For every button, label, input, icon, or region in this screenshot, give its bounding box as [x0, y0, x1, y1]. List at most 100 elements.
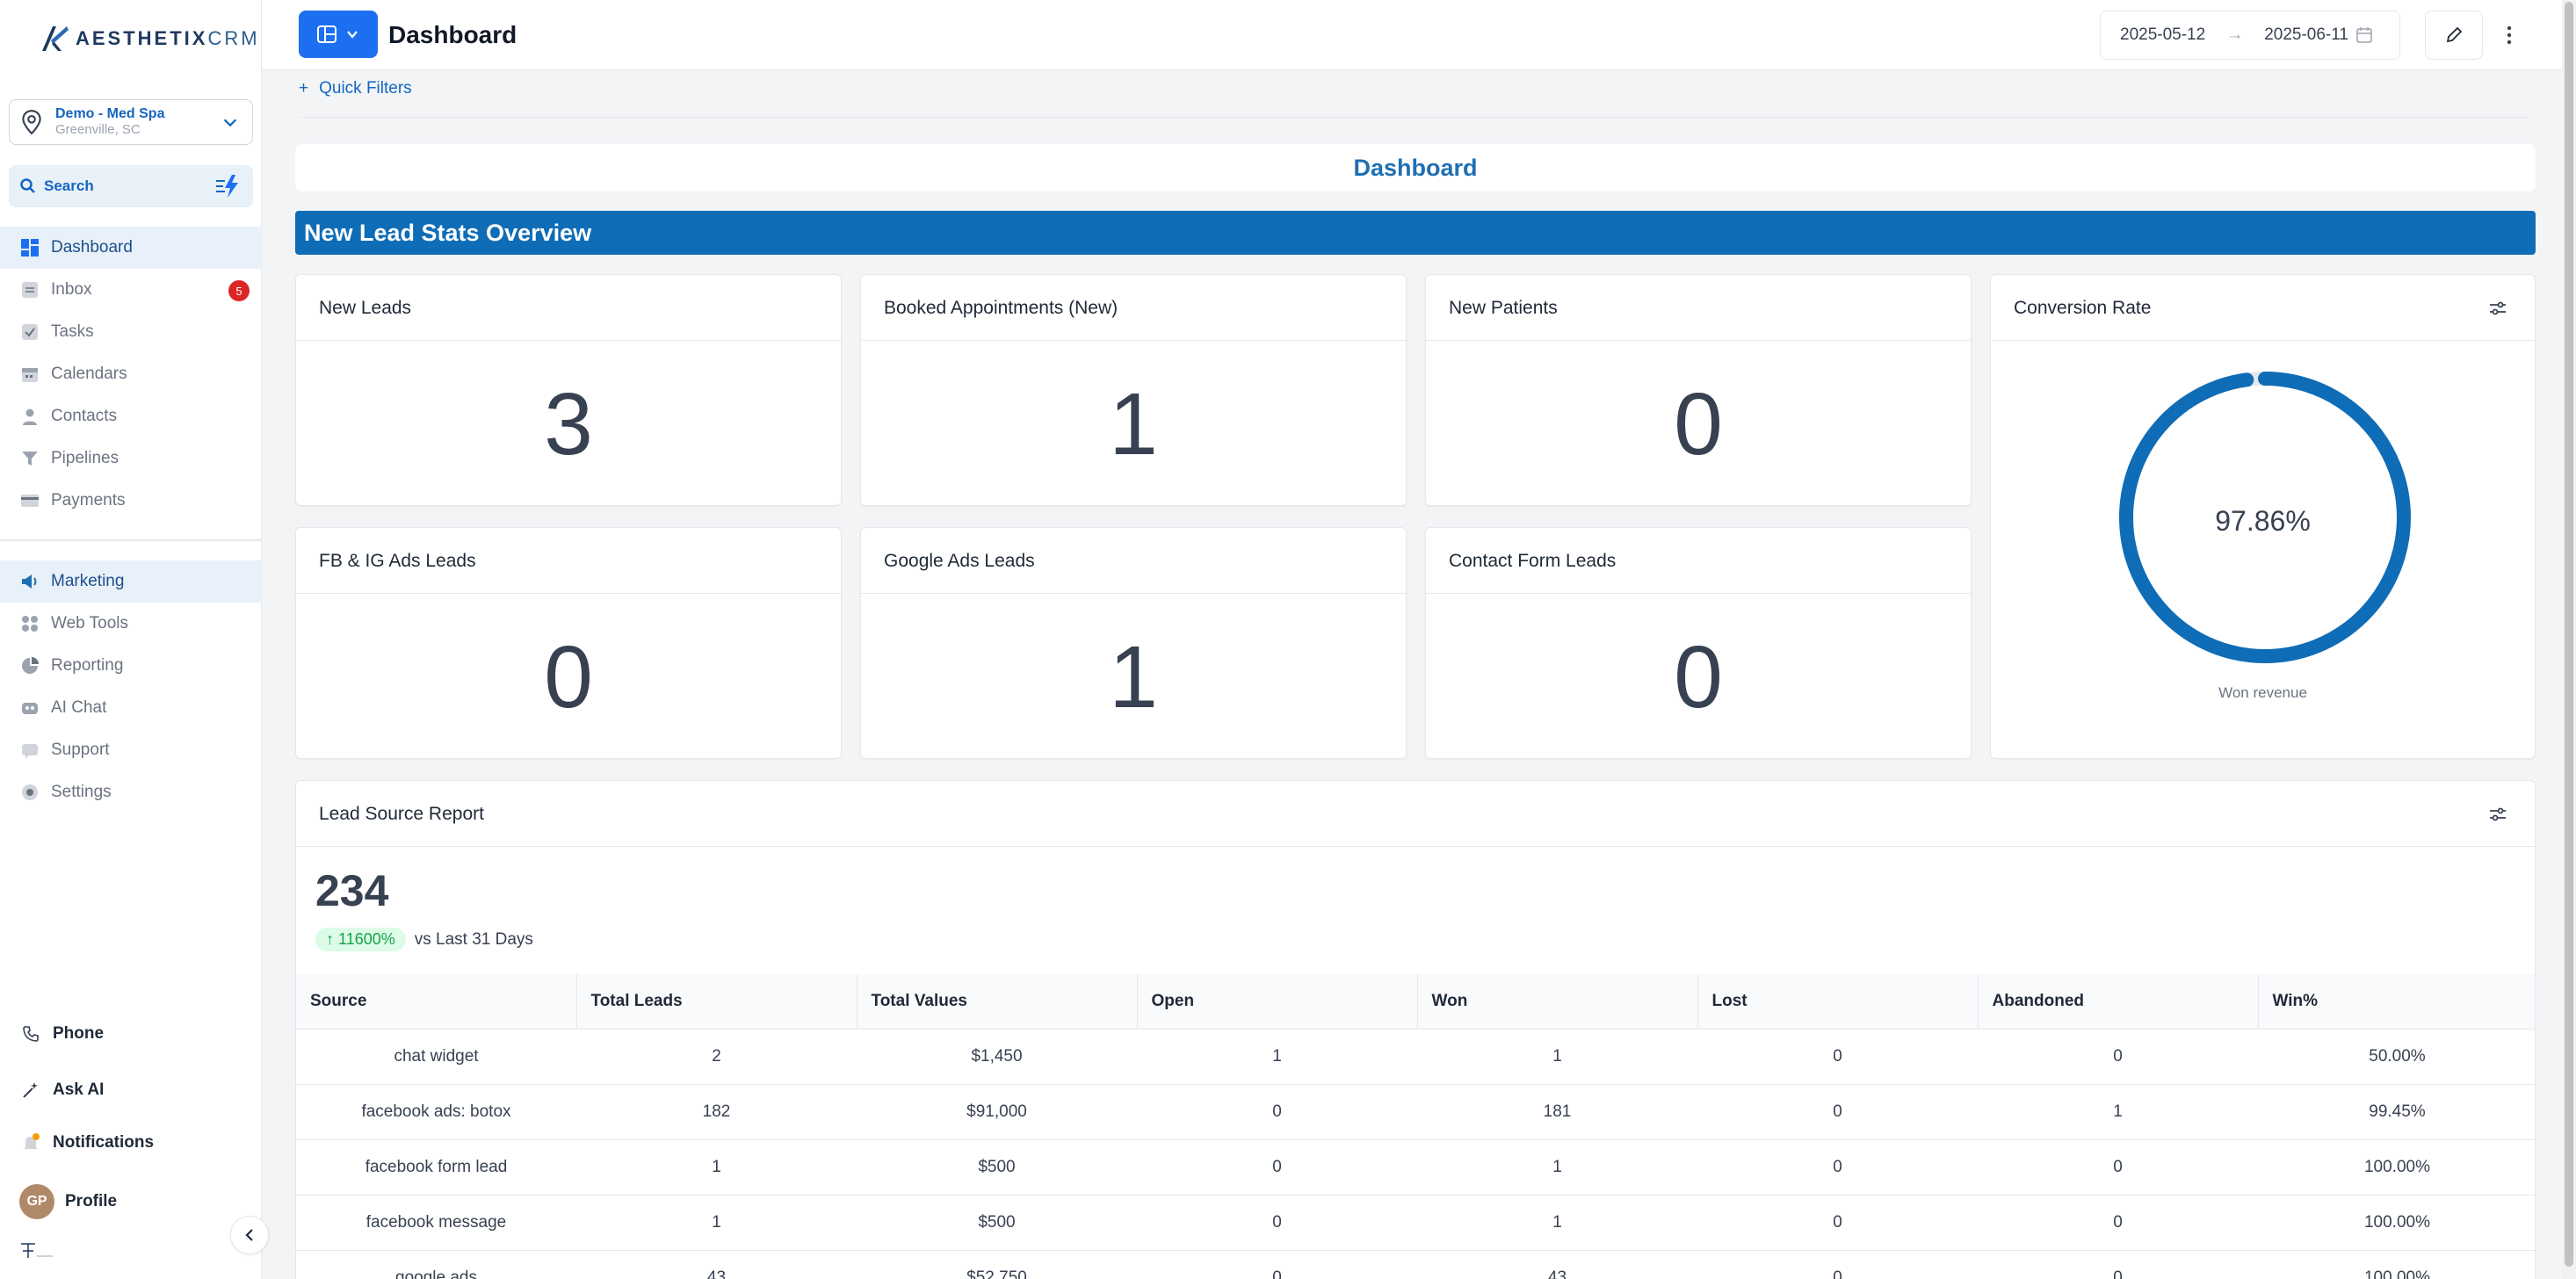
- sidebar-item-web-tools[interactable]: Web Tools: [0, 603, 262, 645]
- primary-nav: Dashboard Inbox 5 Tasks Calendars Contac…: [0, 227, 262, 522]
- payments-icon: [19, 490, 40, 511]
- sidebar-item-marketing[interactable]: Marketing: [0, 560, 262, 603]
- search-icon: [20, 178, 35, 193]
- column-header[interactable]: Win%: [2258, 974, 2535, 1030]
- table-cell: 100.00%: [2258, 1250, 2535, 1279]
- dashboard-switcher-button[interactable]: [299, 11, 378, 58]
- phone-button[interactable]: Phone: [19, 1022, 104, 1045]
- report-divider: [296, 846, 2535, 847]
- inbox-icon: [19, 279, 40, 300]
- card-title: Google Ads Leads: [884, 551, 1035, 571]
- sidebar-item-support[interactable]: Support: [0, 729, 262, 771]
- table-cell: 1: [1137, 1029, 1417, 1085]
- sidebar-item-label: Payments: [51, 491, 126, 509]
- sidebar-item-calendars[interactable]: Calendars: [0, 353, 262, 395]
- sidebar-item-payments[interactable]: Payments: [0, 480, 262, 522]
- bell-icon: [19, 1131, 42, 1154]
- table-cell: 0: [1137, 1139, 1417, 1196]
- filter-settings-icon[interactable]: [2487, 804, 2508, 825]
- pencil-icon: [2446, 26, 2463, 43]
- column-header[interactable]: Total Leads: [576, 974, 857, 1030]
- card-value: 1: [1109, 374, 1158, 473]
- phone-icon: [19, 1022, 42, 1045]
- sidebar-item-ai-chat[interactable]: AI Chat: [0, 687, 262, 729]
- column-header[interactable]: Won: [1417, 974, 1698, 1030]
- phone-label: Phone: [53, 1024, 105, 1043]
- ask-ai-button[interactable]: Ask AI: [19, 1079, 104, 1102]
- aesthetix-logo-icon: [42, 26, 69, 51]
- column-header[interactable]: Total Values: [857, 974, 1138, 1030]
- quick-action-bolt-icon[interactable]: [214, 172, 242, 200]
- column-header[interactable]: Source: [296, 974, 577, 1030]
- stat-card-contact-form-leads: Contact Form Leads 0: [1425, 527, 1972, 759]
- table-cell: 181: [1417, 1084, 1697, 1140]
- web-tools-icon: [19, 613, 40, 634]
- column-header[interactable]: Open: [1137, 974, 1418, 1030]
- sidebar-item-label: Dashboard: [51, 238, 133, 257]
- table-cell: facebook form lead: [296, 1139, 576, 1196]
- tasks-icon: [19, 322, 40, 343]
- sidebar-item-inbox[interactable]: Inbox 5: [0, 269, 262, 311]
- quick-filters-label: Quick Filters: [319, 79, 412, 98]
- sidebar-item-settings[interactable]: Settings: [0, 771, 262, 813]
- sparkle-icon: [19, 1079, 42, 1102]
- brand-logo[interactable]: AESTHETIXCRM: [39, 23, 260, 54]
- sidebar-item-pipelines[interactable]: Pipelines: [0, 437, 262, 480]
- report-title: Lead Source Report: [319, 804, 484, 824]
- filters-divider: [299, 117, 2530, 118]
- table-cell: $52,750: [857, 1250, 1137, 1279]
- date-range-picker[interactable]: 2025-05-12 → 2025-06-11: [2100, 11, 2400, 60]
- pipelines-icon: [19, 448, 40, 469]
- quick-filters-button[interactable]: + Quick Filters: [299, 79, 412, 98]
- table-cell: 0: [1978, 1250, 2258, 1279]
- table-cell: 1: [1978, 1084, 2258, 1140]
- table-cell: 1: [576, 1139, 857, 1196]
- card-divider: [296, 340, 841, 341]
- location-switcher[interactable]: Demo - Med Spa Greenville, SC: [9, 99, 253, 145]
- filter-settings-icon[interactable]: [2487, 298, 2508, 319]
- collapse-sidebar-button[interactable]: [230, 1216, 269, 1254]
- plus-icon: +: [299, 79, 309, 98]
- sidebar-item-reporting[interactable]: Reporting: [0, 645, 262, 687]
- arrow-up-icon: ↑: [326, 930, 339, 948]
- chevron-down-icon: [347, 31, 358, 39]
- card-value: 1: [1109, 627, 1158, 726]
- scrollbar-thumb[interactable]: [2565, 2, 2573, 1267]
- inbox-unread-badge: 5: [228, 280, 250, 301]
- page-scrollbar[interactable]: [2562, 0, 2576, 1279]
- sidebar-item-dashboard[interactable]: Dashboard: [0, 227, 262, 269]
- card-divider: [1991, 340, 2535, 341]
- edit-dashboard-button[interactable]: [2425, 11, 2483, 60]
- column-header[interactable]: Lost: [1697, 974, 1979, 1030]
- start-date[interactable]: 2025-05-12: [2120, 25, 2205, 45]
- table-row: facebook message 1 $500 0 1 0 0 100.00%: [296, 1195, 2535, 1251]
- conversion-rate-card: Conversion Rate 97.86% Won revenue: [1990, 274, 2536, 759]
- table-cell: 0: [1697, 1250, 1978, 1279]
- table-row: chat widget 2 $1,450 1 1 0 0 50.00%: [296, 1029, 2535, 1085]
- sidebar-item-label: Pipelines: [51, 449, 119, 467]
- section-banner: New Lead Stats Overview: [295, 211, 2536, 255]
- table-cell: 0: [1697, 1195, 1978, 1251]
- sidebar-item-contacts[interactable]: Contacts: [0, 395, 262, 437]
- table-row: facebook form lead 1 $500 0 1 0 0 100.00…: [296, 1139, 2535, 1196]
- notifications-button[interactable]: Notifications: [19, 1131, 154, 1154]
- location-name: Demo - Med Spa: [55, 106, 165, 121]
- table-cell: 0: [1137, 1195, 1417, 1251]
- profile-label: Profile: [65, 1192, 118, 1210]
- search-label: Search: [44, 177, 94, 194]
- table-cell: 1: [1417, 1029, 1697, 1085]
- sidebar-item-label: Settings: [51, 783, 112, 801]
- table-cell: 0: [1978, 1029, 2258, 1085]
- table-cell: 1: [1417, 1195, 1697, 1251]
- trend-indicator: ↑ 11600% vs Last 31 Days: [315, 928, 533, 951]
- card-title: Contact Form Leads: [1449, 551, 1617, 571]
- table-cell: $91,000: [857, 1084, 1137, 1140]
- column-header[interactable]: Abandoned: [1978, 974, 2259, 1030]
- profile-button[interactable]: GP Profile: [19, 1184, 117, 1219]
- end-date[interactable]: 2025-06-11: [2264, 25, 2348, 45]
- sidebar-item-tasks[interactable]: Tasks: [0, 311, 262, 353]
- more-options-button[interactable]: [2493, 19, 2525, 51]
- footer-logo: [19, 1240, 54, 1261]
- table-cell: $1,450: [857, 1029, 1137, 1085]
- search-button[interactable]: Search: [9, 165, 253, 207]
